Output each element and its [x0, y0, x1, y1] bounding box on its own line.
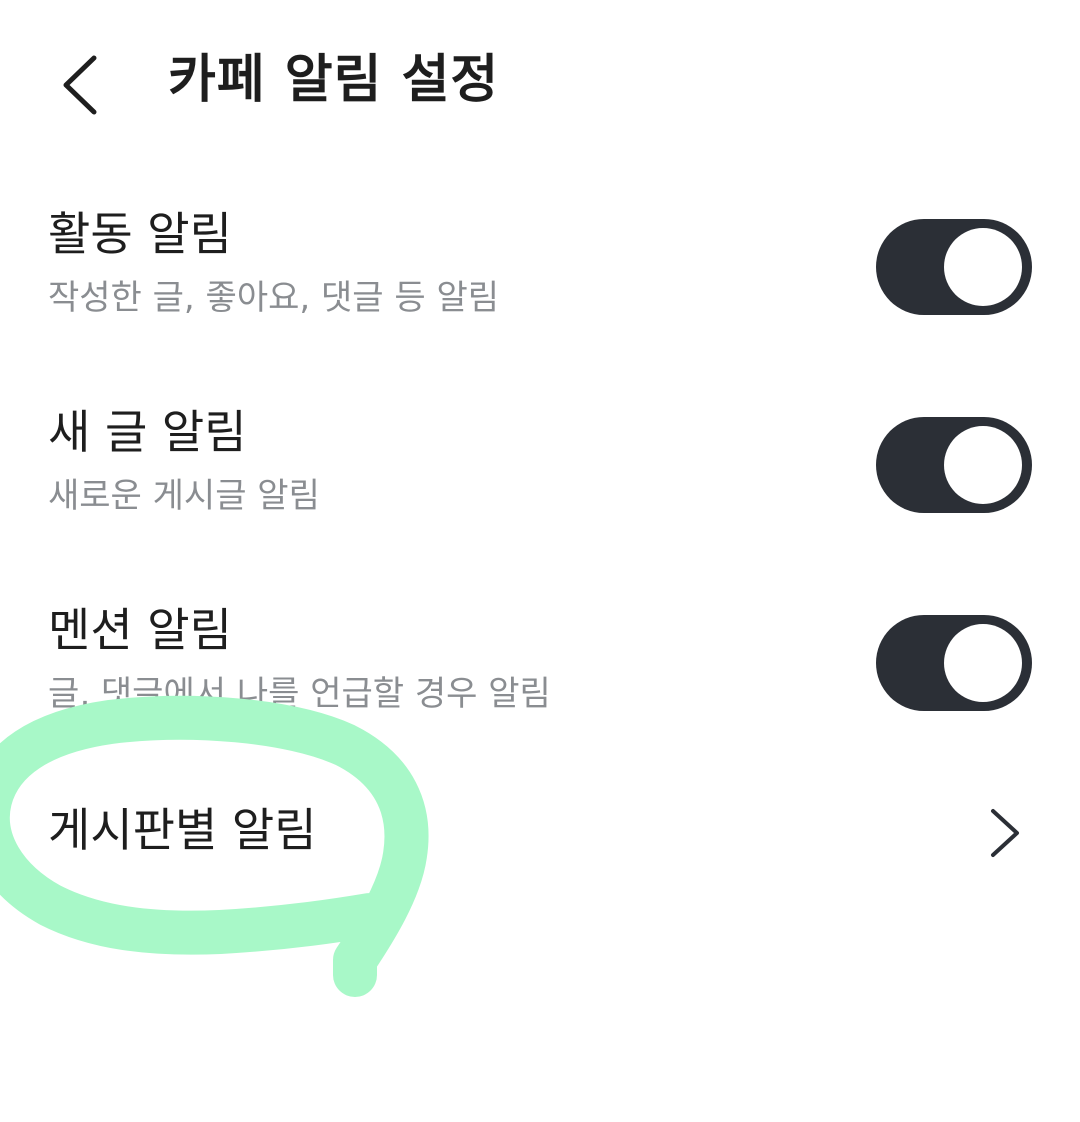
setting-row-mention: 멘션 알림 글, 댓글에서 나를 언급할 경우 알림: [0, 596, 1080, 736]
setting-description: 글, 댓글에서 나를 언급할 경우 알림: [48, 674, 551, 714]
setting-title: 활동 알림: [48, 207, 232, 261]
chevron-left-icon[interactable]: [48, 40, 128, 130]
new-post-alert-toggle[interactable]: [876, 417, 1032, 513]
app-header: 카페 알림 설정: [0, 0, 1080, 170]
setting-row-new-post: 새 글 알림 새로운 게시글 알림: [0, 398, 1080, 538]
setting-title: 멘션 알림: [48, 603, 232, 657]
setting-row-activity: 활동 알림 작성한 글, 좋아요, 댓글 등 알림: [0, 200, 1080, 340]
page-title: 카페 알림 설정: [168, 50, 500, 110]
toggle-knob: [944, 426, 1022, 504]
toggle-knob: [944, 624, 1022, 702]
setting-description: 새로운 게시글 알림: [48, 476, 320, 516]
board-alerts-title: 게시판별 알림: [48, 803, 317, 857]
setting-description: 작성한 글, 좋아요, 댓글 등 알림: [48, 278, 500, 318]
mention-alert-toggle[interactable]: [876, 615, 1032, 711]
toggle-knob: [944, 228, 1022, 306]
board-alerts-row[interactable]: 게시판별 알림: [0, 780, 1080, 890]
chevron-right-icon[interactable]: [985, 805, 1025, 861]
activity-alert-toggle[interactable]: [876, 219, 1032, 315]
setting-title: 새 글 알림: [48, 405, 247, 459]
